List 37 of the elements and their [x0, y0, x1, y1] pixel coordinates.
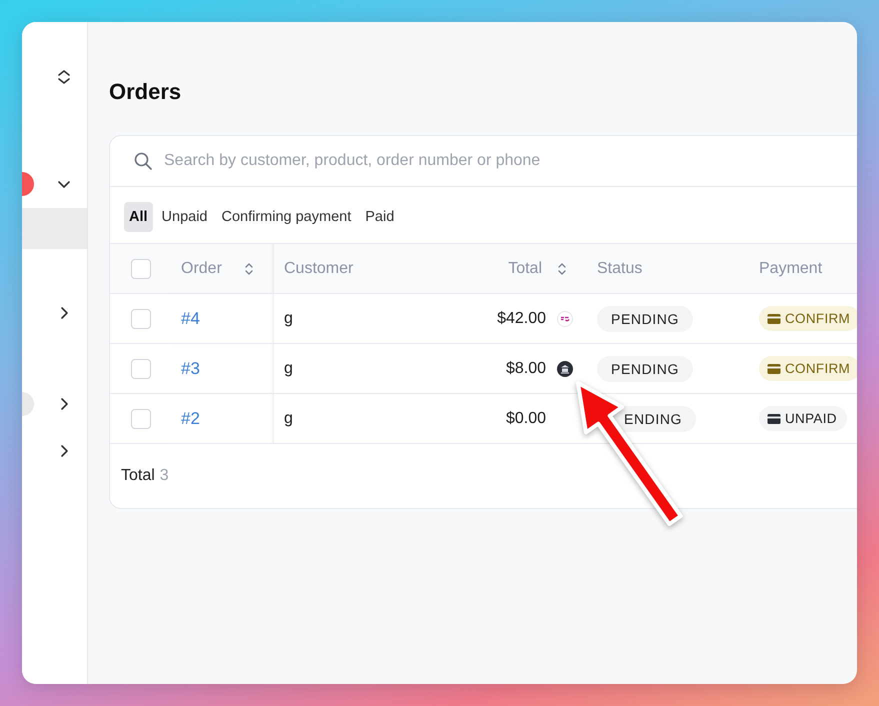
table-cell: g	[284, 360, 293, 378]
page-title: Orders	[109, 78, 182, 106]
card-icon	[767, 412, 781, 424]
chevron-updown-icon	[57, 69, 71, 85]
total-count: 3	[160, 467, 169, 485]
payment-badge: UNPAID	[759, 406, 847, 431]
filter-tab[interactable]: Unpaid	[156, 202, 212, 232]
filter-tab[interactable]: Confirming payment	[216, 202, 356, 232]
column-header[interactable]: Order	[181, 260, 234, 278]
column-header[interactable]: Status	[597, 260, 642, 278]
table-cell: $8.00	[506, 360, 546, 378]
bank-icon	[557, 360, 573, 376]
payment-badge: CONFIRM	[759, 306, 857, 331]
payment-badge: CONFIRM	[759, 356, 857, 381]
table-cell: g	[284, 410, 293, 428]
status-badge: PENDING	[597, 306, 693, 332]
order-link[interactable]: #2	[181, 408, 200, 428]
table-cell: $0.00	[506, 410, 546, 428]
order-link[interactable]: #3	[181, 358, 200, 378]
brand-logo-icon	[557, 310, 573, 326]
column-header[interactable]: Total	[508, 260, 542, 278]
checkbox[interactable]	[131, 258, 151, 278]
card-icon	[767, 312, 781, 324]
table-cell: $42.00	[497, 310, 546, 328]
column-header[interactable]: Customer	[284, 260, 354, 278]
order-link[interactable]: #4	[181, 308, 200, 328]
filter-tab[interactable]: Paid	[360, 202, 400, 232]
checkbox[interactable]	[131, 408, 151, 428]
card-icon	[767, 362, 781, 374]
search-icon	[134, 152, 152, 170]
status-badge: PENDING	[597, 356, 693, 382]
filter-tab[interactable]: All	[124, 202, 153, 232]
checkbox[interactable]	[131, 308, 151, 328]
checkbox[interactable]	[131, 358, 151, 378]
search-field[interactable]: Search by customer, product, order number or phone	[162, 151, 766, 171]
table-cell: g	[284, 310, 293, 328]
total-label: Total	[121, 467, 155, 485]
